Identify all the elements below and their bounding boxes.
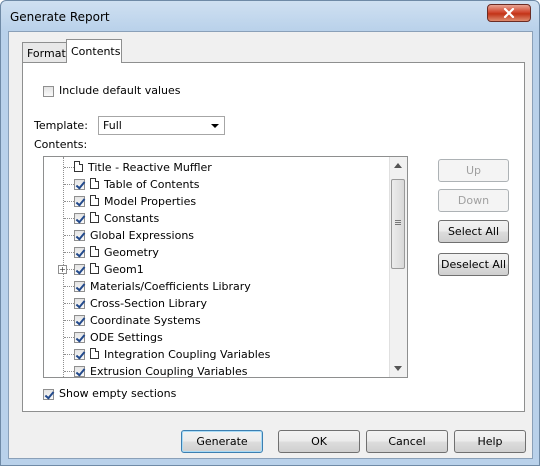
- scrollbar-thumb[interactable]: [391, 179, 405, 269]
- tree-connector: [64, 286, 74, 287]
- tree-item[interactable]: Cross-Section Library: [44, 295, 394, 312]
- tree-item-label: Constants: [104, 212, 160, 225]
- chevron-down-icon: [211, 124, 219, 128]
- tab-format[interactable]: Format: [22, 42, 67, 62]
- tree-connector: [64, 337, 74, 338]
- tree-item-checkbox[interactable]: [74, 281, 85, 292]
- template-dropdown-value: Full: [103, 119, 122, 132]
- template-label: Template:: [34, 119, 88, 132]
- tree-item[interactable]: ODE Settings: [44, 329, 394, 346]
- tree-scrollbar[interactable]: [389, 157, 407, 377]
- window-title: Generate Report: [10, 10, 110, 24]
- expand-icon[interactable]: +: [58, 265, 67, 274]
- title-bar[interactable]: Generate Report: [1, 1, 539, 31]
- contents-tree[interactable]: Title - Reactive Muffler Table of Content…: [43, 156, 408, 378]
- generate-button[interactable]: Generate: [181, 430, 263, 453]
- tree-item[interactable]: Table of Contents: [44, 176, 394, 193]
- tree-item-checkbox[interactable]: [74, 196, 85, 207]
- tree-item-label: Table of Contents: [104, 178, 200, 191]
- select-all-button[interactable]: Select All: [438, 220, 509, 243]
- down-button[interactable]: Down: [438, 189, 509, 212]
- tree-item-checkbox[interactable]: [74, 366, 85, 377]
- tree-item-checkbox[interactable]: [74, 332, 85, 343]
- tree-item[interactable]: Geometry: [44, 244, 394, 261]
- tree-connector: [64, 252, 74, 253]
- tab-format-label: Format: [27, 47, 66, 60]
- tree-item-label: Global Expressions: [90, 229, 195, 242]
- tree-item-label: Geometry: [104, 246, 159, 259]
- tree-item-label: Coordinate Systems: [90, 314, 201, 327]
- tree-connector: [64, 184, 74, 185]
- template-dropdown[interactable]: Full: [98, 116, 225, 135]
- tree-connector: [64, 354, 74, 355]
- tree-connector: [64, 167, 74, 168]
- tree-item-label: Cross-Section Library: [90, 297, 207, 310]
- document-icon: [90, 348, 99, 359]
- tree-item-checkbox[interactable]: [74, 230, 85, 241]
- up-button[interactable]: Up: [438, 159, 509, 182]
- tree-item-checkbox[interactable]: [74, 247, 85, 258]
- tree-item[interactable]: Coordinate Systems: [44, 312, 394, 329]
- contents-panel: Include default values Template: Full Co…: [22, 62, 525, 412]
- generate-report-window: Generate Report Format Contents Include …: [0, 0, 540, 466]
- tree-item-checkbox[interactable]: [74, 179, 85, 190]
- tree-item-label: Integration Coupling Variables: [104, 348, 271, 361]
- tree-item-label: ODE Settings: [90, 331, 163, 344]
- document-icon: [90, 195, 99, 206]
- tree-item[interactable]: Title - Reactive Muffler: [44, 159, 394, 176]
- tree-item[interactable]: Materials/Coefficients Library: [44, 278, 394, 295]
- tree-item-checkbox[interactable]: [74, 264, 85, 275]
- tree-item-checkbox[interactable]: [74, 298, 85, 309]
- tree-connector: [64, 320, 74, 321]
- close-icon: [503, 8, 515, 18]
- document-icon: [90, 212, 99, 223]
- document-icon: [74, 161, 83, 172]
- help-button[interactable]: Help: [454, 430, 526, 453]
- tree-item-label: Geom1: [104, 263, 144, 276]
- tree-item-checkbox[interactable]: [74, 315, 85, 326]
- document-icon: [90, 178, 99, 189]
- tree-item[interactable]: Global Expressions: [44, 227, 394, 244]
- tree-connector: [64, 235, 74, 236]
- tree-connector: [64, 303, 74, 304]
- close-button[interactable]: [487, 4, 531, 22]
- tree-connector: [64, 218, 74, 219]
- deselect-all-button[interactable]: Deselect All: [438, 253, 509, 276]
- tree-connector: [64, 371, 74, 372]
- cancel-button[interactable]: Cancel: [366, 430, 448, 453]
- scroll-down-icon[interactable]: [394, 366, 402, 371]
- tab-contents-label: Contents: [71, 45, 121, 58]
- show-empty-sections-label: Show empty sections: [59, 387, 177, 400]
- document-icon: [90, 263, 99, 274]
- include-default-values-checkbox[interactable]: [43, 86, 54, 97]
- show-empty-sections-checkbox[interactable]: [43, 389, 54, 400]
- scroll-up-icon[interactable]: [394, 163, 402, 168]
- tree-connector: [64, 201, 74, 202]
- tree-item-label: Materials/Coefficients Library: [90, 280, 251, 293]
- document-icon: [90, 246, 99, 257]
- tab-contents[interactable]: Contents: [66, 39, 122, 63]
- tree-item-label: Title - Reactive Muffler: [88, 161, 212, 174]
- contents-label: Contents:: [34, 138, 88, 151]
- include-default-values-label: Include default values: [59, 84, 181, 97]
- tree-item[interactable]: + Geom1: [44, 261, 394, 278]
- tree-item[interactable]: Model Properties: [44, 193, 394, 210]
- tree-item-checkbox[interactable]: [74, 213, 85, 224]
- tree-item-label: Extrusion Coupling Variables: [90, 365, 248, 378]
- tree-item-checkbox[interactable]: [74, 349, 85, 360]
- ok-button[interactable]: OK: [278, 430, 360, 453]
- dialog-body: Format Contents Include default values T…: [8, 31, 533, 459]
- tree-item[interactable]: Constants: [44, 210, 394, 227]
- tree-item[interactable]: Extrusion Coupling Variables: [44, 363, 394, 378]
- tree-item-label: Model Properties: [104, 195, 197, 208]
- tree-item[interactable]: Integration Coupling Variables: [44, 346, 394, 363]
